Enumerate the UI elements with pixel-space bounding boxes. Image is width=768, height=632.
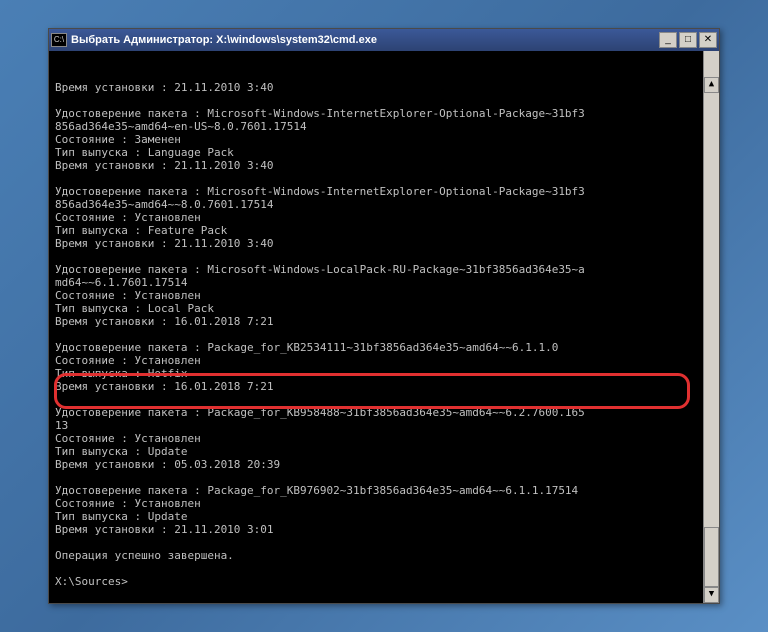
console-line: Тип выпуска : Feature Pack bbox=[55, 224, 695, 237]
console-line: Время установки : 05.03.2018 20:39 bbox=[55, 458, 695, 471]
console-line: Удостоверение пакета : Package_for_KB958… bbox=[55, 406, 695, 419]
scroll-up-button[interactable]: ▲ bbox=[704, 77, 719, 93]
console-line: Удостоверение пакета : Package_for_KB253… bbox=[55, 341, 695, 354]
console-line: 13 bbox=[55, 419, 695, 432]
console-line: Состояние : Установлен bbox=[55, 289, 695, 302]
console-line: Состояние : Установлен bbox=[55, 354, 695, 367]
scroll-down-button[interactable]: ▼ bbox=[704, 587, 719, 603]
console-line: Состояние : Заменен bbox=[55, 133, 695, 146]
console-line: md64~~6.1.7601.17514 bbox=[55, 276, 695, 289]
console-line bbox=[55, 536, 695, 549]
cmd-window: C:\ Выбрать Администратор: X:\windows\sy… bbox=[48, 28, 720, 604]
console-line bbox=[55, 172, 695, 185]
console-line: Тип выпуска : Update bbox=[55, 445, 695, 458]
console-line: 856ad364e35~amd64~en-US~8.0.7601.17514 bbox=[55, 120, 695, 133]
console-line: Тип выпуска : Hotfix bbox=[55, 367, 695, 380]
console-line: Удостоверение пакета : Microsoft-Windows… bbox=[55, 263, 695, 276]
console-line bbox=[55, 562, 695, 575]
console-line: Удостоверение пакета : Microsoft-Windows… bbox=[55, 107, 695, 120]
console-line: Состояние : Установлен bbox=[55, 497, 695, 510]
console-line bbox=[55, 328, 695, 341]
console-line: 856ad364e35~amd64~~8.0.7601.17514 bbox=[55, 198, 695, 211]
console-line: Тип выпуска : Local Pack bbox=[55, 302, 695, 315]
console-line: Время установки : 16.01.2018 7:21 bbox=[55, 315, 695, 328]
maximize-button[interactable]: □ bbox=[679, 32, 697, 48]
window-controls: _ □ ✕ bbox=[659, 32, 717, 48]
titlebar[interactable]: C:\ Выбрать Администратор: X:\windows\sy… bbox=[49, 29, 719, 51]
console-line: Время установки : 21.11.2010 3:40 bbox=[55, 159, 695, 172]
close-button[interactable]: ✕ bbox=[699, 32, 717, 48]
console-line: Тип выпуска : Language Pack bbox=[55, 146, 695, 159]
console-line: Состояние : Установлен bbox=[55, 432, 695, 445]
scroll-thumb[interactable] bbox=[704, 527, 719, 587]
console-line: Время установки : 16.01.2018 7:21 bbox=[55, 380, 695, 393]
console-line bbox=[55, 250, 695, 263]
cmd-icon: C:\ bbox=[51, 33, 67, 47]
console-line: Удостоверение пакета : Package_for_KB976… bbox=[55, 484, 695, 497]
console-line: Удостоверение пакета : Microsoft-Windows… bbox=[55, 185, 695, 198]
vertical-scrollbar[interactable]: ▲ ▼ bbox=[703, 51, 719, 603]
console-line bbox=[55, 471, 695, 484]
console-line bbox=[55, 94, 695, 107]
console-line: Время установки : 21.11.2010 3:40 bbox=[55, 237, 695, 250]
console-output: Время установки : 21.11.2010 3:40 Удосто… bbox=[55, 81, 695, 588]
console-line: Операция успешно завершена. bbox=[55, 549, 695, 562]
console-line: Время установки : 21.11.2010 3:01 bbox=[55, 523, 695, 536]
minimize-button[interactable]: _ bbox=[659, 32, 677, 48]
console-line: X:\Sources> bbox=[55, 575, 695, 588]
console-line: Состояние : Установлен bbox=[55, 211, 695, 224]
console-area[interactable]: Время установки : 21.11.2010 3:40 Удосто… bbox=[49, 51, 719, 603]
console-line: Тип выпуска : Update bbox=[55, 510, 695, 523]
window-title: Выбрать Администратор: X:\windows\system… bbox=[71, 34, 659, 46]
console-line: Время установки : 21.11.2010 3:40 bbox=[55, 81, 695, 94]
console-line bbox=[55, 393, 695, 406]
